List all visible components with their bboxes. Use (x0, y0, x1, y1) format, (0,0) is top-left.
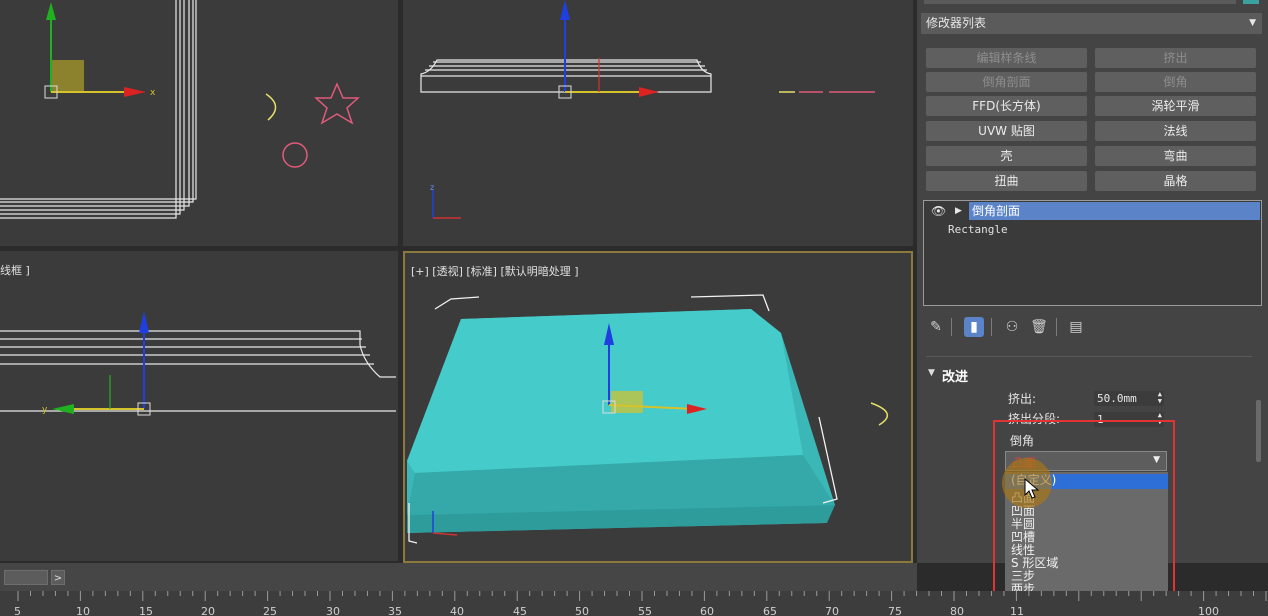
modifier-button-extrude[interactable]: 挤出 (1095, 48, 1256, 68)
time-slider-track[interactable] (0, 563, 917, 591)
svg-text:x: x (150, 88, 156, 98)
expand-triangle-icon[interactable]: ▶ (955, 202, 962, 220)
rollout-title[interactable]: 改进 (942, 366, 968, 385)
viewport-perspective-canvas (407, 294, 888, 544)
eye-icon[interactable]: 👁 (931, 202, 946, 220)
extrude-amount-spinner[interactable]: 50.0mm ▲ ▼ (1094, 391, 1164, 406)
modifier-stack[interactable]: 👁 ▶ 倒角剖面 Rectangle (923, 200, 1262, 306)
modifier-button-normal[interactable]: 法线 (1095, 121, 1256, 141)
modifier-button-shell[interactable]: 壳 (926, 146, 1087, 166)
tick-label: 45 (513, 605, 527, 616)
svg-text:z: z (430, 183, 434, 192)
collapse-triangle-icon[interactable]: ▼ (928, 368, 935, 378)
modifier-button-bevel[interactable]: 倒角 (1095, 72, 1256, 92)
panel-scrollbar[interactable] (1256, 400, 1261, 462)
make-unique-icon[interactable]: ⚇ (1002, 317, 1022, 337)
object-color-swatch[interactable] (1243, 0, 1259, 4)
tick-label: 11 (1010, 605, 1024, 616)
modifier-list-dropdown[interactable]: 修改器列表 ▼ (921, 13, 1262, 34)
pin-stack-icon[interactable]: ✎ (926, 317, 946, 337)
timeline-ruler[interactable] (0, 591, 1268, 616)
tick-label: 20 (201, 605, 215, 616)
mouse-cursor-icon (1024, 478, 1040, 499)
annotation-highlight-box (993, 420, 1175, 607)
viewport-top-canvas: y (0, 311, 396, 416)
viewport-left-canvas: z (420, 0, 875, 219)
timeline-ticks (17, 591, 1267, 601)
extrude-amount-value: 50.0mm (1097, 392, 1137, 405)
tick-label: 25 (263, 605, 277, 616)
modifier-button-bend[interactable]: 弯曲 (1095, 146, 1256, 166)
tick-label: 15 (139, 605, 153, 616)
viewport-top[interactable]: 线框 ] y (0, 251, 398, 561)
tick-label: 100 (1198, 605, 1219, 616)
viewport-left[interactable]: z (403, 0, 913, 246)
tick-label: 10 (76, 605, 90, 616)
viewport-front[interactable]: x (0, 0, 398, 246)
tick-label: 65 (763, 605, 777, 616)
object-name-field[interactable] (924, 0, 1236, 4)
time-slider-handle[interactable] (4, 570, 48, 585)
modifier-button-edit-spline[interactable]: 编辑样条线 (926, 48, 1087, 68)
modifier-list-label: 修改器列表 (926, 16, 987, 30)
modifier-button-lattice[interactable]: 晶格 (1095, 171, 1256, 191)
toolbar-separator (1056, 318, 1057, 336)
tick-label: 75 (888, 605, 902, 616)
configure-sets-icon[interactable]: ▤ (1066, 317, 1086, 337)
toolbar-separator (991, 318, 992, 336)
next-frame-button[interactable]: > (51, 570, 65, 585)
tick-label: 5 (14, 605, 21, 616)
modifier-button-turbosmooth[interactable]: 涡轮平滑 (1095, 96, 1256, 116)
trash-icon[interactable]: 🗑 (1029, 317, 1049, 337)
extrude-label: 挤出: (1008, 392, 1037, 406)
modifier-button-bevel-profile[interactable]: 倒角剖面 (926, 72, 1087, 92)
panel-divider (926, 356, 1252, 357)
tick-label: 55 (638, 605, 652, 616)
viewport-front-canvas: x (0, 0, 360, 219)
chevron-down-icon: ▼ (1249, 18, 1256, 28)
tick-label: 30 (326, 605, 340, 616)
stack-item-rectangle[interactable]: Rectangle (948, 223, 1008, 236)
tick-label: 50 (575, 605, 589, 616)
toolbar-separator (951, 318, 952, 336)
svg-text:y: y (42, 405, 48, 415)
spinner-arrows-icon[interactable]: ▲ ▼ (1158, 391, 1162, 405)
show-end-result-icon[interactable]: ▮ (964, 317, 984, 337)
tick-label: 80 (950, 605, 964, 616)
modifier-button-ffd-box[interactable]: FFD(长方体) (926, 96, 1087, 116)
tick-label: 35 (388, 605, 402, 616)
stack-item-label: 倒角剖面 (972, 204, 1021, 218)
modifier-button-twist[interactable]: 扭曲 (926, 171, 1087, 191)
tick-label: 60 (700, 605, 714, 616)
tick-label: 40 (450, 605, 464, 616)
stack-item-bevel-profile[interactable]: 👁 ▶ 倒角剖面 (925, 202, 1260, 220)
viewport-perspective[interactable]: [+] [透视] [标准] [默认明暗处理 ] (403, 251, 913, 563)
modifier-button-uvw-map[interactable]: UVW 贴图 (926, 121, 1087, 141)
tick-label: 70 (825, 605, 839, 616)
